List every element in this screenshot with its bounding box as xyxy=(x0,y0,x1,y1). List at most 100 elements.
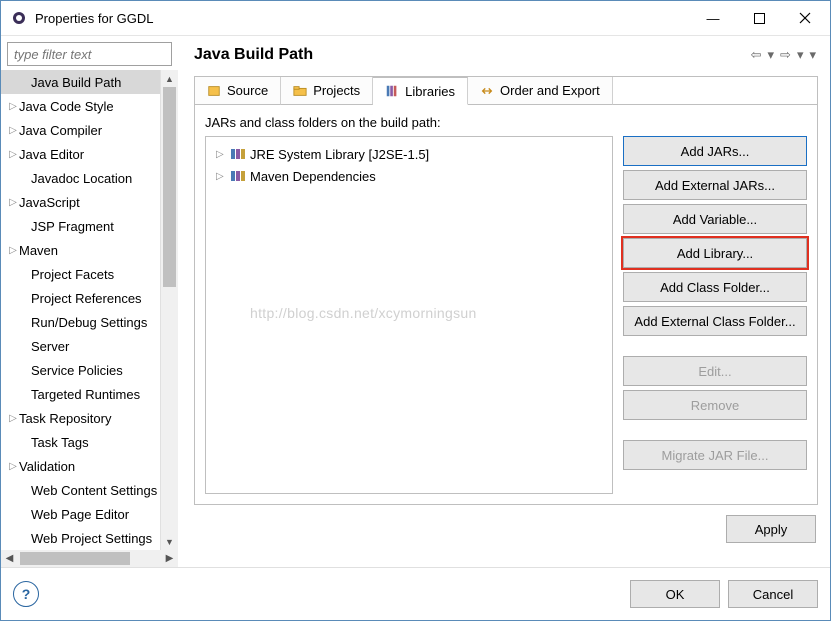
sidebar-item[interactable]: Project References xyxy=(1,286,160,310)
expand-icon[interactable]: ▷ xyxy=(216,171,226,182)
sidebar-item-label: JavaScript xyxy=(19,195,80,210)
sidebar-item-label: Project References xyxy=(31,291,142,306)
scroll-down-icon[interactable]: ▼ xyxy=(161,533,178,550)
watermark-text: http://blog.csdn.net/xcymorningsun xyxy=(250,305,477,321)
tab-label: Order and Export xyxy=(500,83,600,98)
sidebar-item-label: Validation xyxy=(19,459,75,474)
edit-button: Edit... xyxy=(623,356,807,386)
sidebar-item[interactable]: JSP Fragment xyxy=(1,214,160,238)
tab-libraries[interactable]: Libraries xyxy=(373,77,468,105)
button-column: Add JARs... Add External JARs... Add Varia… xyxy=(623,136,807,494)
sidebar-item[interactable]: Run/Debug Settings xyxy=(1,310,160,334)
libraries-icon xyxy=(385,84,399,98)
add-class-folder-button[interactable]: Add Class Folder... xyxy=(623,272,807,302)
sidebar-item-label: Web Content Settings xyxy=(31,483,157,498)
expand-icon[interactable]: ▷ xyxy=(7,245,19,256)
library-item[interactable]: ▷ JRE System Library [J2SE-1.5] xyxy=(210,143,608,165)
scroll-right-icon[interactable]: ▶ xyxy=(161,553,178,564)
sidebar-item[interactable]: ▷Java Compiler xyxy=(1,118,160,142)
sidebar-item-label: Run/Debug Settings xyxy=(31,315,147,330)
tab-projects[interactable]: Projects xyxy=(281,77,373,105)
filter-input[interactable] xyxy=(7,42,172,66)
migrate-jar-file-button: Migrate JAR File... xyxy=(623,440,807,470)
sidebar-vscrollbar[interactable]: ▲ ▼ xyxy=(160,70,178,550)
scroll-up-icon[interactable]: ▲ xyxy=(161,70,178,87)
libraries-tree[interactable]: ▷ JRE System Library [J2SE-1.5] ▷Maven Dep… xyxy=(205,136,613,494)
maximize-icon xyxy=(754,13,765,24)
filter-container xyxy=(7,42,172,66)
expand-icon[interactable]: ▷ xyxy=(7,413,19,424)
sidebar-item[interactable]: Server xyxy=(1,334,160,358)
tab-label: Source xyxy=(227,83,268,98)
sidebar-item-label: Java Code Style xyxy=(19,99,114,114)
sidebar-item[interactable]: Java Build Path xyxy=(1,70,160,94)
sidebar-item[interactable]: Task Tags xyxy=(1,430,160,454)
library-icon xyxy=(230,148,246,160)
sidebar-item[interactable]: ▷Java Code Style xyxy=(1,94,160,118)
sidebar-hscrollbar[interactable]: ◀ ▶ xyxy=(1,550,178,567)
sidebar-item[interactable]: Project Facets xyxy=(1,262,160,286)
expand-icon[interactable]: ▷ xyxy=(7,461,19,472)
sidebar-item[interactable]: ▷Java Editor xyxy=(1,142,160,166)
sidebar-item[interactable]: ▷JavaScript xyxy=(1,190,160,214)
sidebar-item[interactable]: Web Page Editor xyxy=(1,502,160,526)
tab-order-and-export[interactable]: Order and Export xyxy=(468,77,613,105)
sidebar-item[interactable]: Javadoc Location xyxy=(1,166,160,190)
maximize-button[interactable] xyxy=(736,2,782,34)
sidebar-item-label: Task Repository xyxy=(19,411,111,426)
ok-button[interactable]: OK xyxy=(630,580,720,608)
add-library-button[interactable]: Add Library... xyxy=(623,238,807,268)
expand-icon[interactable]: ▷ xyxy=(7,125,19,136)
add-external-jars-button[interactable]: Add External JARs... xyxy=(623,170,807,200)
sidebar-item[interactable]: ▷Maven xyxy=(1,238,160,262)
sidebar-item-label: Task Tags xyxy=(31,435,89,450)
back-menu-icon[interactable]: ▾ xyxy=(766,47,777,63)
tab-source[interactable]: Source xyxy=(195,77,281,105)
main-panel: Java Build Path ⇦▾ ⇨▾ ▾ SourceProjectsLi… xyxy=(178,36,830,567)
sidebar-item[interactable]: Targeted Runtimes xyxy=(1,382,160,406)
scroll-thumb[interactable] xyxy=(163,87,176,287)
library-label: JRE System Library [J2SE-1.5] xyxy=(250,147,429,162)
titlebar[interactable]: Properties for GGDL — xyxy=(1,1,830,36)
expand-icon[interactable]: ▷ xyxy=(7,101,19,112)
scroll-left-icon[interactable]: ◀ xyxy=(1,553,18,564)
expand-icon[interactable]: ▷ xyxy=(216,149,226,160)
expand-icon[interactable]: ▷ xyxy=(7,197,19,208)
library-item[interactable]: ▷Maven Dependencies xyxy=(210,165,608,187)
nav-icons: ⇦▾ ⇨▾ ▾ xyxy=(749,47,818,63)
sidebar-item-label: Java Compiler xyxy=(19,123,102,138)
cancel-button[interactable]: Cancel xyxy=(728,580,818,608)
expand-icon[interactable]: ▷ xyxy=(7,149,19,160)
sidebar-item-label: Maven xyxy=(19,243,58,258)
sidebar-item[interactable]: ▷Validation xyxy=(1,454,160,478)
category-tree: Java Build Path▷Java Code Style▷Java Com… xyxy=(1,70,178,550)
apply-button[interactable]: Apply xyxy=(726,515,816,543)
sidebar-item-label: Javadoc Location xyxy=(31,171,132,186)
minimize-button[interactable]: — xyxy=(690,2,736,34)
sidebar-item[interactable]: ▷Task Repository xyxy=(1,406,160,430)
tab-bar: Source Projects Libraries Order and Export xyxy=(194,76,818,105)
library-icon xyxy=(230,170,246,182)
tab-label: Projects xyxy=(313,83,360,98)
app-icon xyxy=(11,10,27,26)
sidebar-item-label: Java Editor xyxy=(19,147,84,162)
add-variable-button[interactable]: Add Variable... xyxy=(623,204,807,234)
add-jars-button[interactable]: Add JARs... xyxy=(623,136,807,166)
sidebar-item-label: Java Build Path xyxy=(31,75,121,90)
forward-icon[interactable]: ⇨ xyxy=(778,47,793,63)
sidebar-item[interactable]: Service Policies xyxy=(1,358,160,382)
sidebar-item[interactable]: Web Project Settings xyxy=(1,526,160,550)
sidebar-item[interactable]: Web Content Settings xyxy=(1,478,160,502)
menu-icon[interactable]: ▾ xyxy=(807,47,818,63)
forward-menu-icon[interactable]: ▾ xyxy=(795,47,806,63)
close-button[interactable] xyxy=(782,2,828,34)
sidebar-item-label: Web Page Editor xyxy=(31,507,129,522)
help-button[interactable]: ? xyxy=(13,581,39,607)
sidebar-item-label: JSP Fragment xyxy=(31,219,114,234)
add-external-class-folder-button[interactable]: Add External Class Folder... xyxy=(623,306,807,336)
sidebar-item-label: Server xyxy=(31,339,69,354)
sidebar-item-label: Web Project Settings xyxy=(31,531,152,546)
back-icon[interactable]: ⇦ xyxy=(749,47,764,63)
dialog-footer: ? OK Cancel xyxy=(1,567,830,620)
scroll-thumb[interactable] xyxy=(20,552,130,565)
